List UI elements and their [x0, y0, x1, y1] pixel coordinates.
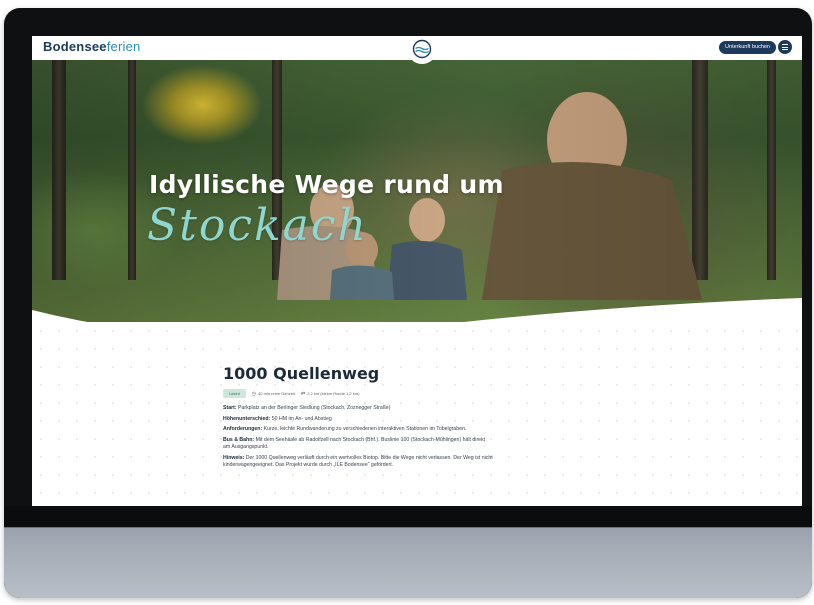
lake-wave-icon[interactable]	[407, 36, 437, 64]
monitor-frame: Bodenseeferien Unterkunft buchen Idyllis…	[4, 8, 812, 598]
logo-light-text: ferien	[106, 39, 141, 54]
duration-text: 40 min reine Gehzeit	[258, 391, 295, 396]
route-content-section: 1000 Quellenweg Leicht ◷ 40 min reine Ge…	[32, 322, 802, 506]
book-accommodation-button[interactable]: Unterkunft buchen	[719, 41, 776, 54]
info-start-label: Start:	[223, 405, 237, 411]
route-info: Start: Parkplatz an der Berlinger Siedlu…	[223, 405, 493, 469]
info-req-text: Kurze, leichte Rundwanderung zu verschie…	[263, 426, 467, 433]
hero-title: Idyllische Wege rund um	[149, 170, 504, 199]
hamburger-menu-icon[interactable]	[778, 40, 792, 54]
distance-meta: ⇄ 2,2 km (kleine Runde 1,2 km)	[301, 391, 359, 397]
info-hint-label: Hinweis:	[223, 455, 245, 462]
route-meta: Leicht ◷ 40 min reine Gehzeit ⇄ 2,2 km (…	[223, 389, 493, 398]
route-icon: ⇄	[300, 390, 306, 397]
hero-image: Idyllische Wege rund um Stockach	[32, 60, 802, 358]
duration-meta: ◷ 40 min reine Gehzeit	[252, 391, 295, 397]
site-header: Bodenseeferien Unterkunft buchen	[32, 36, 802, 64]
route-article: 1000 Quellenweg Leicht ◷ 40 min reine Ge…	[223, 364, 493, 473]
info-bus-text: Mit dem Seehäsle ab Radolfzell nach Stoc…	[223, 437, 486, 451]
difficulty-badge: Leicht	[223, 389, 246, 398]
info-hint: Hinweis: Der 1000 Quellenweg verläuft du…	[223, 455, 493, 469]
info-height-text: 50 HM im An- und Abstieg	[271, 415, 332, 422]
info-start-text: Parkplatz an der Berlinger Siedlung (Sto…	[238, 405, 391, 411]
route-title: 1000 Quellenweg	[223, 364, 380, 383]
info-requirements: Anforderungen: Kurze, leichte Rundwander…	[223, 426, 493, 433]
browser-screen: Bodenseeferien Unterkunft buchen Idyllis…	[32, 36, 802, 506]
info-height-label: Höhenunterschied:	[223, 415, 271, 422]
info-bus-label: Bus & Bahn:	[223, 437, 255, 444]
info-req-label: Anforderungen:	[223, 426, 263, 433]
info-transport: Bus & Bahn: Mit dem Seehäsle ab Radolfze…	[223, 437, 493, 451]
hero-script-title: Stockach	[147, 200, 368, 251]
info-height: Höhenunterschied: 50 HM im An- und Absti…	[223, 416, 493, 423]
distance-text: 2,2 km (kleine Runde 1,2 km)	[307, 391, 360, 396]
logo-bold-text: Bodensee	[43, 39, 107, 54]
clock-icon: ◷	[251, 390, 257, 397]
info-hint-text: Der 1000 Quellenweg verläuft durch ein w…	[223, 455, 493, 469]
monitor-chin	[4, 527, 812, 598]
site-logo[interactable]: Bodenseeferien	[43, 39, 140, 54]
info-start: Start: Parkplatz an der Berlinger Siedlu…	[223, 405, 493, 412]
